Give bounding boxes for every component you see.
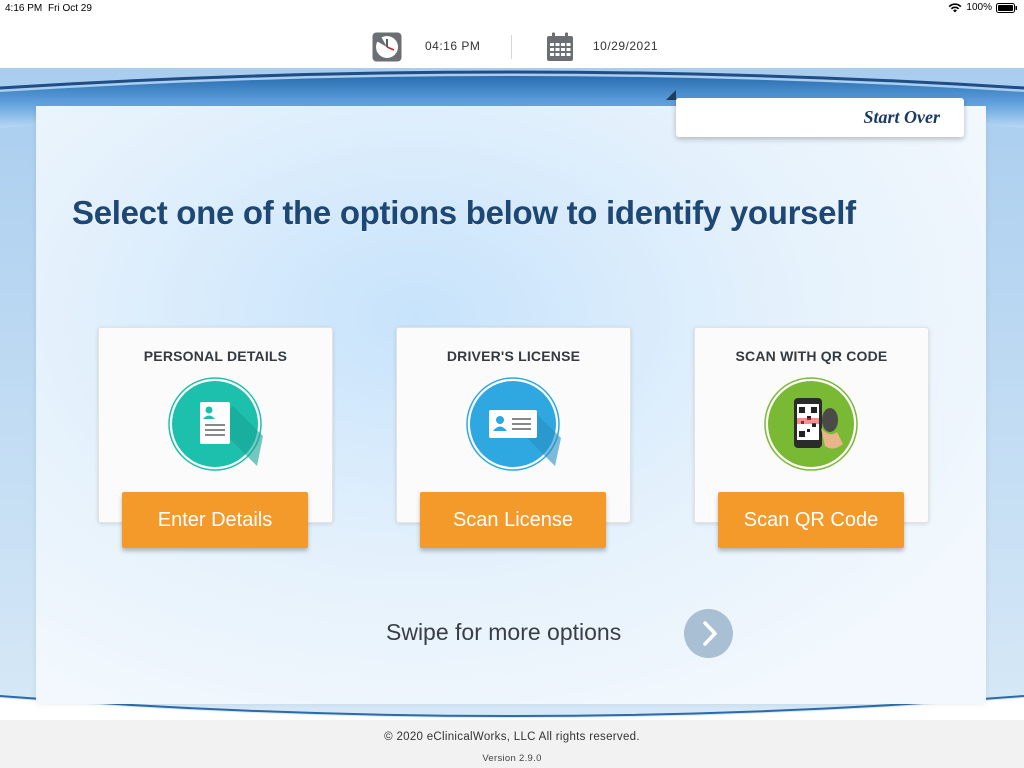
header-bar xyxy=(0,16,1024,76)
option-title: DRIVER'S LICENSE xyxy=(446,348,581,364)
scan-qr-code-button[interactable]: Scan QR Code xyxy=(718,492,904,548)
page-title: Select one of the options below to ident… xyxy=(72,194,856,231)
copyright-text: © 2020 eClinicalWorks, LLC All rights re… xyxy=(384,731,640,743)
header-time: 04:16 PM xyxy=(425,39,481,53)
enter-details-button[interactable]: Enter Details xyxy=(122,492,308,548)
start-over-fold xyxy=(666,90,676,100)
scan-license-button[interactable]: Scan License xyxy=(420,492,606,548)
wifi-icon xyxy=(948,2,962,13)
drivers-license-icon xyxy=(465,376,561,472)
next-options-button[interactable] xyxy=(684,609,733,658)
header-date: 10/29/2021 xyxy=(593,39,659,53)
start-over-button[interactable]: Start Over xyxy=(676,98,964,137)
swipe-hint: Swipe for more options xyxy=(386,619,622,645)
status-bar: 4:16 PM Fri Oct 29 100% xyxy=(0,0,1024,16)
battery-icon xyxy=(996,2,1018,13)
option-title: SCAN WITH QR CODE xyxy=(735,348,888,364)
calendar-icon xyxy=(546,32,574,62)
personal-details-icon xyxy=(167,376,263,472)
version-text: Version 2.9.0 xyxy=(482,753,542,764)
start-over-label: Start Over xyxy=(863,107,941,127)
header-divider xyxy=(511,35,512,59)
chevron-right-icon xyxy=(703,621,717,646)
status-indicators: 100% xyxy=(948,2,1018,13)
qr-code-scan-icon xyxy=(763,376,859,472)
option-title: PERSONAL DETAILS xyxy=(143,348,288,364)
clock-icon xyxy=(372,32,402,62)
status-time: 4:16 PM xyxy=(5,3,43,14)
status-date: Fri Oct 29 xyxy=(48,3,92,14)
battery-percent: 100% xyxy=(966,2,992,13)
